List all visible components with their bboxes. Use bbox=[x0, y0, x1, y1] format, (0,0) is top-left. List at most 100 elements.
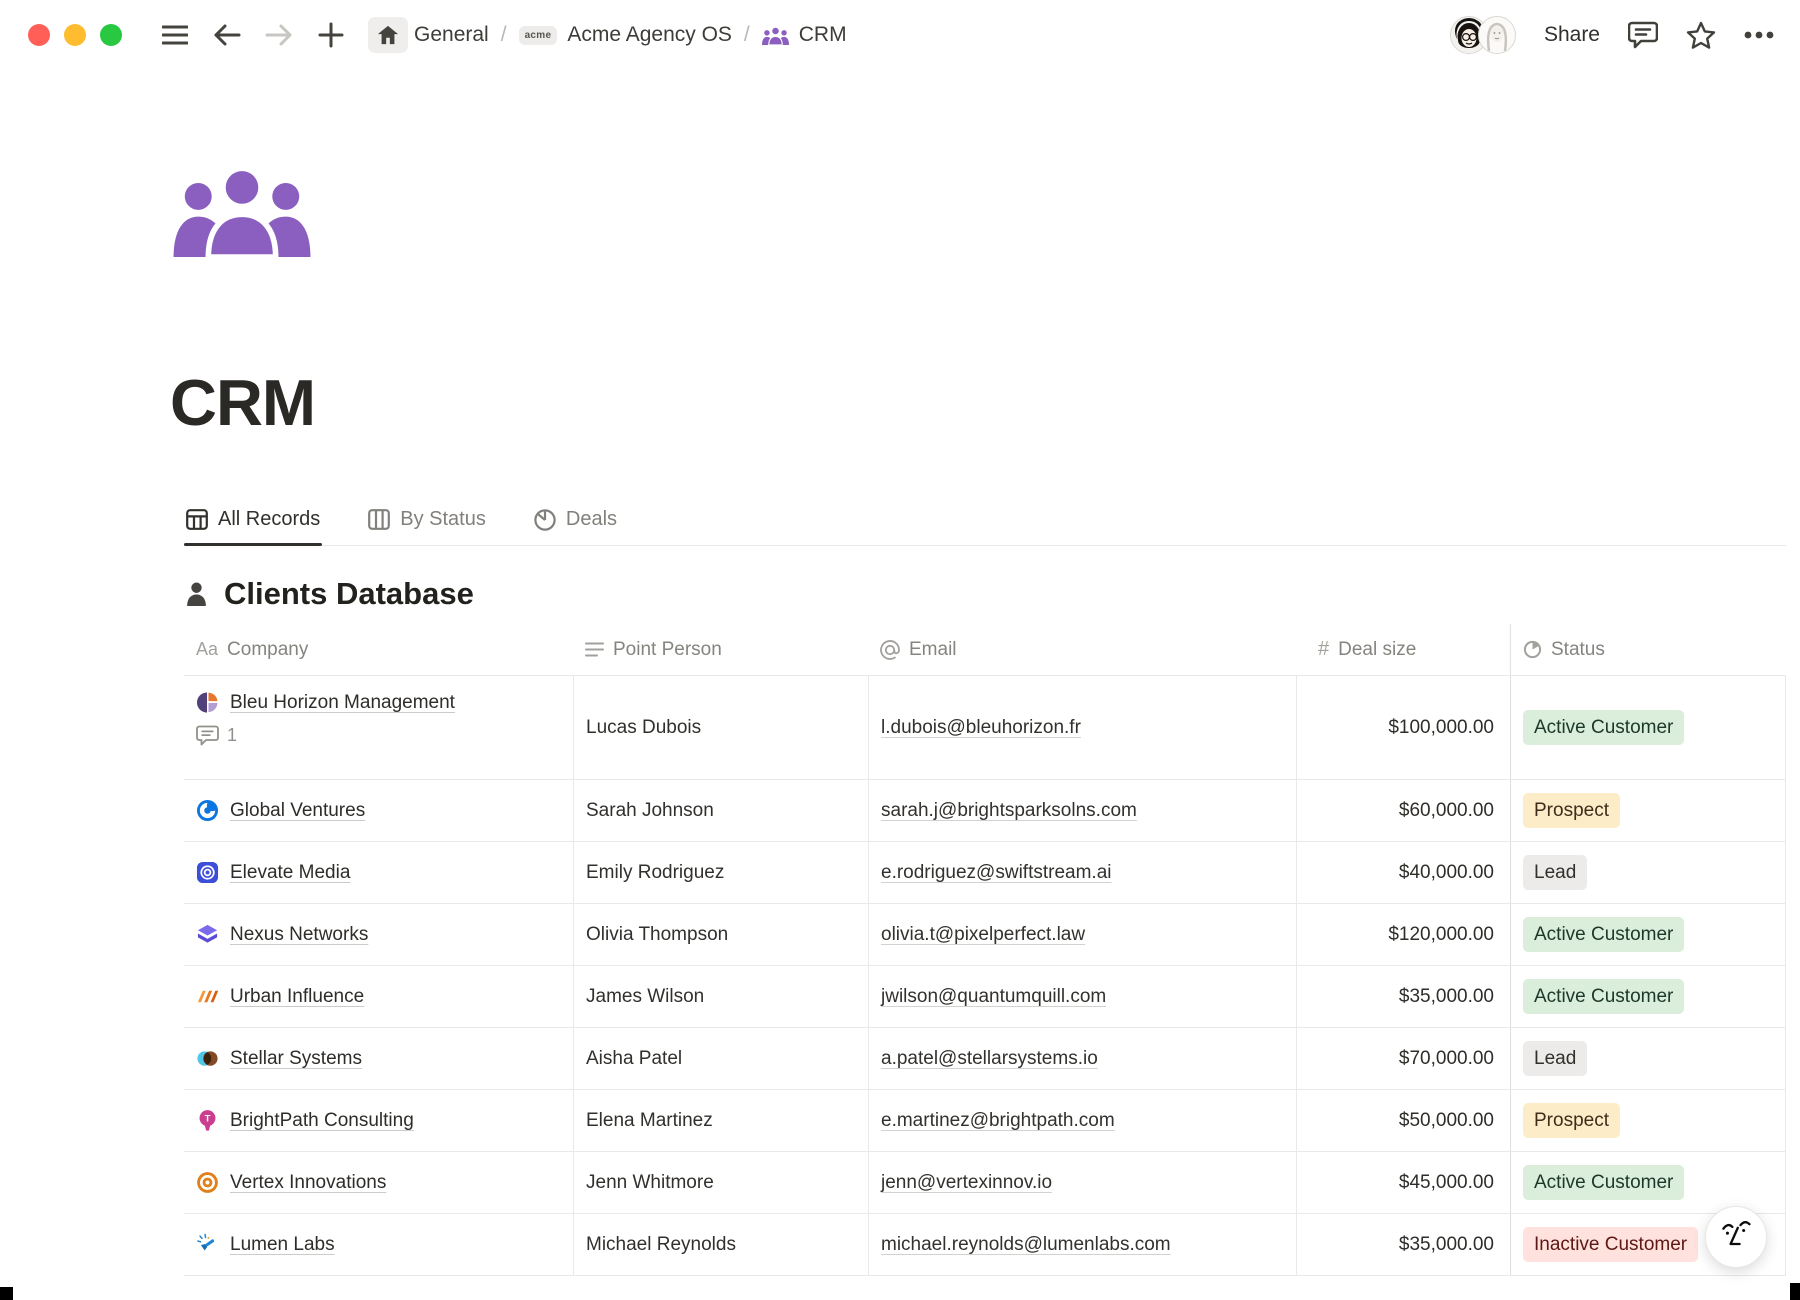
status-cell[interactable]: Active Customer bbox=[1510, 904, 1786, 965]
table-row[interactable]: Lumen Labs Michael Reynolds michael.reyn… bbox=[184, 1214, 1786, 1276]
table-row[interactable]: Elevate Media Emily Rodriguez e.rodrigue… bbox=[184, 842, 1786, 904]
avatar[interactable] bbox=[1478, 16, 1516, 54]
notion-ai-button[interactable] bbox=[1705, 1206, 1767, 1268]
email-link[interactable]: e.martinez@brightpath.com bbox=[881, 1110, 1115, 1132]
table-row[interactable]: Vertex Innovations Jenn Whitmore jenn@ve… bbox=[184, 1152, 1786, 1214]
status-cell[interactable]: Active Customer bbox=[1510, 676, 1786, 779]
close-window-button[interactable] bbox=[28, 24, 50, 46]
person-icon bbox=[184, 581, 209, 607]
sidebar-menu-icon[interactable] bbox=[160, 20, 190, 50]
top-bar: General / acme Acme Agency OS / CRM bbox=[0, 0, 1800, 70]
deal-size-cell[interactable]: $40,000.00 bbox=[1296, 842, 1510, 903]
status-cell[interactable]: Lead bbox=[1510, 842, 1786, 903]
table-row[interactable]: Stellar Systems Aisha Patel a.patel@stel… bbox=[184, 1028, 1786, 1090]
column-header-deal-size[interactable]: # Deal size bbox=[1296, 624, 1510, 675]
tab-all-records[interactable]: All Records bbox=[184, 498, 322, 545]
point-person-cell[interactable]: Emily Rodriguez bbox=[573, 842, 868, 903]
forward-icon[interactable] bbox=[264, 20, 294, 50]
table-row[interactable]: T BrightPath Consulting Elena Martinez e… bbox=[184, 1090, 1786, 1152]
company-link[interactable]: Elevate Media bbox=[230, 862, 350, 884]
email-link[interactable]: michael.reynolds@lumenlabs.com bbox=[881, 1234, 1171, 1256]
company-link[interactable]: Global Ventures bbox=[230, 800, 365, 822]
email-cell: e.rodriguez@swiftstream.ai bbox=[868, 842, 1296, 903]
breadcrumb-workspace[interactable]: Acme Agency OS bbox=[567, 23, 732, 47]
favorite-star-icon[interactable] bbox=[1686, 20, 1716, 50]
status-cell[interactable]: Prospect bbox=[1510, 780, 1786, 841]
share-button[interactable]: Share bbox=[1544, 23, 1600, 47]
deal-size-cell[interactable]: $35,000.00 bbox=[1296, 966, 1510, 1027]
company-cell: T BrightPath Consulting bbox=[184, 1090, 573, 1151]
point-person-cell[interactable]: Lucas Dubois bbox=[573, 676, 868, 779]
point-person-cell[interactable]: Jenn Whitmore bbox=[573, 1152, 868, 1213]
email-link[interactable]: sarah.j@brightsparksolns.com bbox=[881, 800, 1137, 822]
company-link[interactable]: Stellar Systems bbox=[230, 1048, 362, 1070]
title-type-icon: Aa bbox=[196, 639, 218, 660]
email-link[interactable]: olivia.t@pixelperfect.law bbox=[881, 924, 1085, 946]
point-person-cell[interactable]: James Wilson bbox=[573, 966, 868, 1027]
ai-face-icon bbox=[1718, 1217, 1754, 1258]
point-person-cell[interactable]: Elena Martinez bbox=[573, 1090, 868, 1151]
window-controls bbox=[28, 24, 122, 46]
top-bar-actions: Share bbox=[1450, 16, 1774, 54]
company-link[interactable]: Urban Influence bbox=[230, 986, 364, 1008]
company-link[interactable]: Bleu Horizon Management bbox=[230, 692, 455, 714]
email-link[interactable]: jenn@vertexinnov.io bbox=[881, 1172, 1052, 1194]
comments-icon[interactable] bbox=[1628, 20, 1658, 50]
email-cell: e.martinez@brightpath.com bbox=[868, 1090, 1296, 1151]
comment-count[interactable]: 1 bbox=[196, 725, 237, 746]
column-header-point-person[interactable]: Point Person bbox=[573, 624, 868, 675]
deal-size-cell[interactable]: $120,000.00 bbox=[1296, 904, 1510, 965]
people-group-icon[interactable] bbox=[172, 165, 312, 257]
breadcrumb-general[interactable]: General bbox=[414, 23, 489, 47]
status-cell[interactable]: Active Customer bbox=[1510, 966, 1786, 1027]
home-icon[interactable] bbox=[368, 17, 408, 53]
company-link[interactable]: Lumen Labs bbox=[230, 1234, 335, 1256]
company-logo-icon: T bbox=[196, 1109, 219, 1132]
column-header-company[interactable]: Aa Company bbox=[184, 624, 573, 675]
email-link[interactable]: e.rodriguez@swiftstream.ai bbox=[881, 862, 1111, 884]
column-label: Point Person bbox=[613, 639, 722, 661]
zoom-window-button[interactable] bbox=[100, 24, 122, 46]
deal-size-cell[interactable]: $35,000.00 bbox=[1296, 1214, 1510, 1275]
email-link[interactable]: l.dubois@bleuhorizon.fr bbox=[881, 717, 1081, 739]
deal-size-cell[interactable]: $50,000.00 bbox=[1296, 1090, 1510, 1151]
email-type-icon bbox=[880, 640, 900, 660]
email-link[interactable]: a.patel@stellarsystems.io bbox=[881, 1048, 1098, 1070]
deal-size-cell[interactable]: $70,000.00 bbox=[1296, 1028, 1510, 1089]
collaborator-avatars bbox=[1450, 16, 1516, 54]
table-body: Bleu Horizon Management 1 Lucas Dubois l… bbox=[184, 676, 1786, 1276]
company-link[interactable]: Vertex Innovations bbox=[230, 1172, 386, 1194]
status-badge: Lead bbox=[1523, 855, 1587, 890]
breadcrumb-crm[interactable]: CRM bbox=[799, 23, 847, 47]
table-row[interactable]: Nexus Networks Olivia Thompson olivia.t@… bbox=[184, 904, 1786, 966]
back-icon[interactable] bbox=[212, 20, 242, 50]
status-cell[interactable]: Prospect bbox=[1510, 1090, 1786, 1151]
table-row[interactable]: Urban Influence James Wilson jwilson@qua… bbox=[184, 966, 1786, 1028]
status-badge: Active Customer bbox=[1523, 710, 1684, 745]
point-person-cell[interactable]: Aisha Patel bbox=[573, 1028, 868, 1089]
page-title: CRM bbox=[170, 365, 1800, 440]
column-header-status[interactable]: Status bbox=[1510, 624, 1786, 675]
more-options-icon[interactable] bbox=[1744, 20, 1774, 50]
tab-by-status[interactable]: By Status bbox=[366, 498, 488, 545]
minimize-window-button[interactable] bbox=[64, 24, 86, 46]
table-row[interactable]: Global Ventures Sarah Johnson sarah.j@br… bbox=[184, 780, 1786, 842]
column-header-email[interactable]: Email bbox=[868, 624, 1296, 675]
point-person-cell[interactable]: Sarah Johnson bbox=[573, 780, 868, 841]
company-link[interactable]: BrightPath Consulting bbox=[230, 1110, 414, 1132]
deal-size-cell[interactable]: $45,000.00 bbox=[1296, 1152, 1510, 1213]
tab-deals[interactable]: Deals bbox=[532, 498, 619, 545]
deal-size-cell[interactable]: $100,000.00 bbox=[1296, 676, 1510, 779]
deal-size-cell[interactable]: $60,000.00 bbox=[1296, 780, 1510, 841]
table-row[interactable]: Bleu Horizon Management 1 Lucas Dubois l… bbox=[184, 676, 1786, 780]
email-link[interactable]: jwilson@quantumquill.com bbox=[881, 986, 1106, 1008]
point-person-cell[interactable]: Olivia Thompson bbox=[573, 904, 868, 965]
point-person-cell[interactable]: Michael Reynolds bbox=[573, 1214, 868, 1275]
status-cell[interactable]: Active Customer bbox=[1510, 1152, 1786, 1213]
company-logo-icon bbox=[196, 923, 219, 946]
company-logo-icon bbox=[196, 1233, 219, 1256]
scrollbar-fragment[interactable] bbox=[1790, 1283, 1800, 1300]
company-link[interactable]: Nexus Networks bbox=[230, 924, 368, 946]
new-page-plus-icon[interactable] bbox=[316, 20, 346, 50]
status-cell[interactable]: Lead bbox=[1510, 1028, 1786, 1089]
